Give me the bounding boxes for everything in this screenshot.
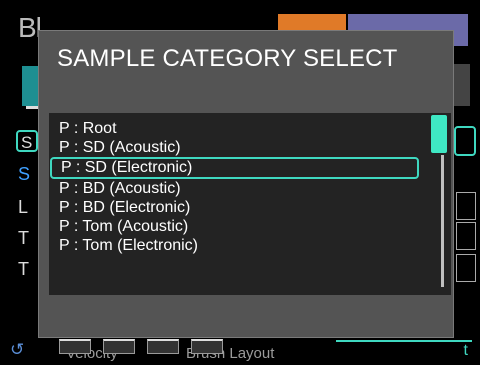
list-item-sd-acoustic[interactable]: P : SD (Acoustic) bbox=[49, 138, 429, 157]
list-item-bd-acoustic[interactable]: P : BD (Acoustic) bbox=[49, 179, 429, 198]
list-item-tom-electronic[interactable]: P : Tom (Electronic) bbox=[49, 236, 429, 255]
right-field-2[interactable] bbox=[456, 222, 476, 250]
scrollbar-track[interactable] bbox=[441, 155, 444, 287]
dialog-button-2[interactable] bbox=[103, 339, 135, 354]
row-s-label: S bbox=[18, 164, 31, 184]
row-s-selected[interactable]: S bbox=[16, 130, 38, 152]
side-gray-block bbox=[452, 64, 470, 106]
sample-category-dialog: SAMPLE CATEGORY SELECT P : Root P : SD (… bbox=[38, 30, 454, 354]
category-list-items: P : Root P : SD (Acoustic) P : SD (Elect… bbox=[49, 119, 429, 255]
dialog-button-4[interactable] bbox=[191, 339, 223, 354]
dialog-button-1[interactable] bbox=[59, 339, 91, 354]
list-item-bd-electronic[interactable]: P : BD (Electronic) bbox=[49, 198, 429, 217]
right-field-selected[interactable] bbox=[454, 126, 476, 156]
list-item-root[interactable]: P : Root bbox=[49, 119, 429, 138]
scrollbar-thumb[interactable] bbox=[431, 115, 447, 153]
list-item-sd-electronic[interactable]: P : SD (Electronic) bbox=[50, 157, 419, 179]
dialog-title: SAMPLE CATEGORY SELECT bbox=[57, 45, 398, 72]
row-t1-label: T bbox=[18, 228, 29, 248]
row-l-label: L bbox=[18, 197, 29, 217]
bottom-edit-tab[interactable]: t bbox=[336, 340, 472, 364]
dialog-button-3[interactable] bbox=[147, 339, 179, 354]
right-field-3[interactable] bbox=[456, 254, 476, 282]
category-list[interactable]: P : Root P : SD (Acoustic) P : SD (Elect… bbox=[49, 113, 451, 295]
right-field-1[interactable] bbox=[456, 192, 476, 220]
reload-icon[interactable]: ↺ bbox=[10, 340, 24, 360]
list-item-tom-acoustic[interactable]: P : Tom (Acoustic) bbox=[49, 217, 429, 236]
row-t2-label: T bbox=[18, 259, 29, 279]
